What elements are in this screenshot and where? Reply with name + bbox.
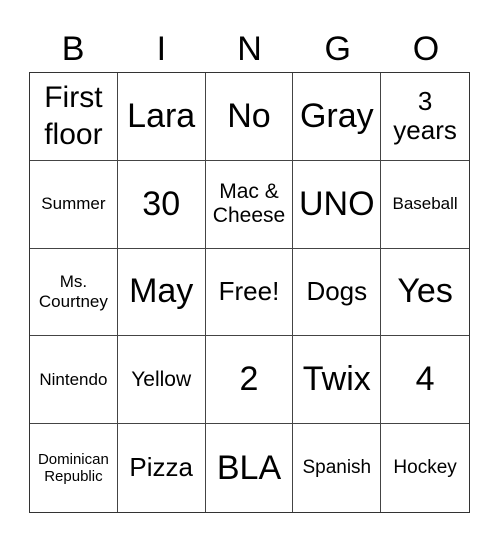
bingo-cell[interactable]: May — [117, 248, 206, 337]
bingo-cell[interactable]: Ms. Courtney — [30, 248, 118, 337]
bingo-cell[interactable]: Pizza — [118, 424, 206, 512]
bingo-cell[interactable]: Mac & Cheese — [205, 160, 294, 249]
bingo-cell[interactable]: First floor — [30, 73, 118, 161]
bingo-cell[interactable]: Summer — [30, 160, 118, 249]
bingo-cell[interactable]: Lara — [117, 73, 206, 161]
bingo-cell[interactable]: UNO — [293, 160, 382, 249]
header-letter-i: I — [156, 30, 167, 68]
bingo-header: B I N G O — [29, 26, 470, 72]
bingo-cell[interactable]: Yellow — [117, 336, 206, 425]
header-letter-n: N — [237, 30, 262, 68]
bingo-cell[interactable]: Spanish — [293, 424, 382, 512]
bingo-cell[interactable]: BLA — [206, 424, 294, 512]
header-letter-g: G — [324, 30, 351, 68]
bingo-cell[interactable]: Dogs — [293, 248, 382, 337]
bingo-cell[interactable]: 3 years — [381, 73, 469, 161]
bingo-card-grid: First floor Lara No Gray 3 years Summer … — [29, 72, 470, 513]
bingo-cell[interactable]: Dominican Republic — [30, 424, 118, 512]
bingo-cell[interactable]: Yes — [381, 249, 469, 337]
bingo-cell[interactable]: 2 — [205, 336, 294, 425]
bingo-cell[interactable]: 30 — [117, 160, 206, 249]
header-letter-o: O — [412, 30, 440, 68]
bingo-cell[interactable]: Baseball — [381, 161, 469, 249]
bingo-cell[interactable]: Twix — [293, 336, 382, 425]
bingo-cell[interactable]: No — [205, 73, 294, 161]
bingo-cell[interactable]: Hockey — [381, 424, 469, 512]
bingo-cell[interactable]: 4 — [381, 336, 469, 425]
bingo-cell[interactable]: Nintendo — [30, 336, 118, 425]
bingo-cell[interactable]: Gray — [293, 73, 382, 161]
free-space-cell[interactable]: Free! — [205, 248, 294, 337]
header-letter-b: B — [61, 30, 85, 68]
